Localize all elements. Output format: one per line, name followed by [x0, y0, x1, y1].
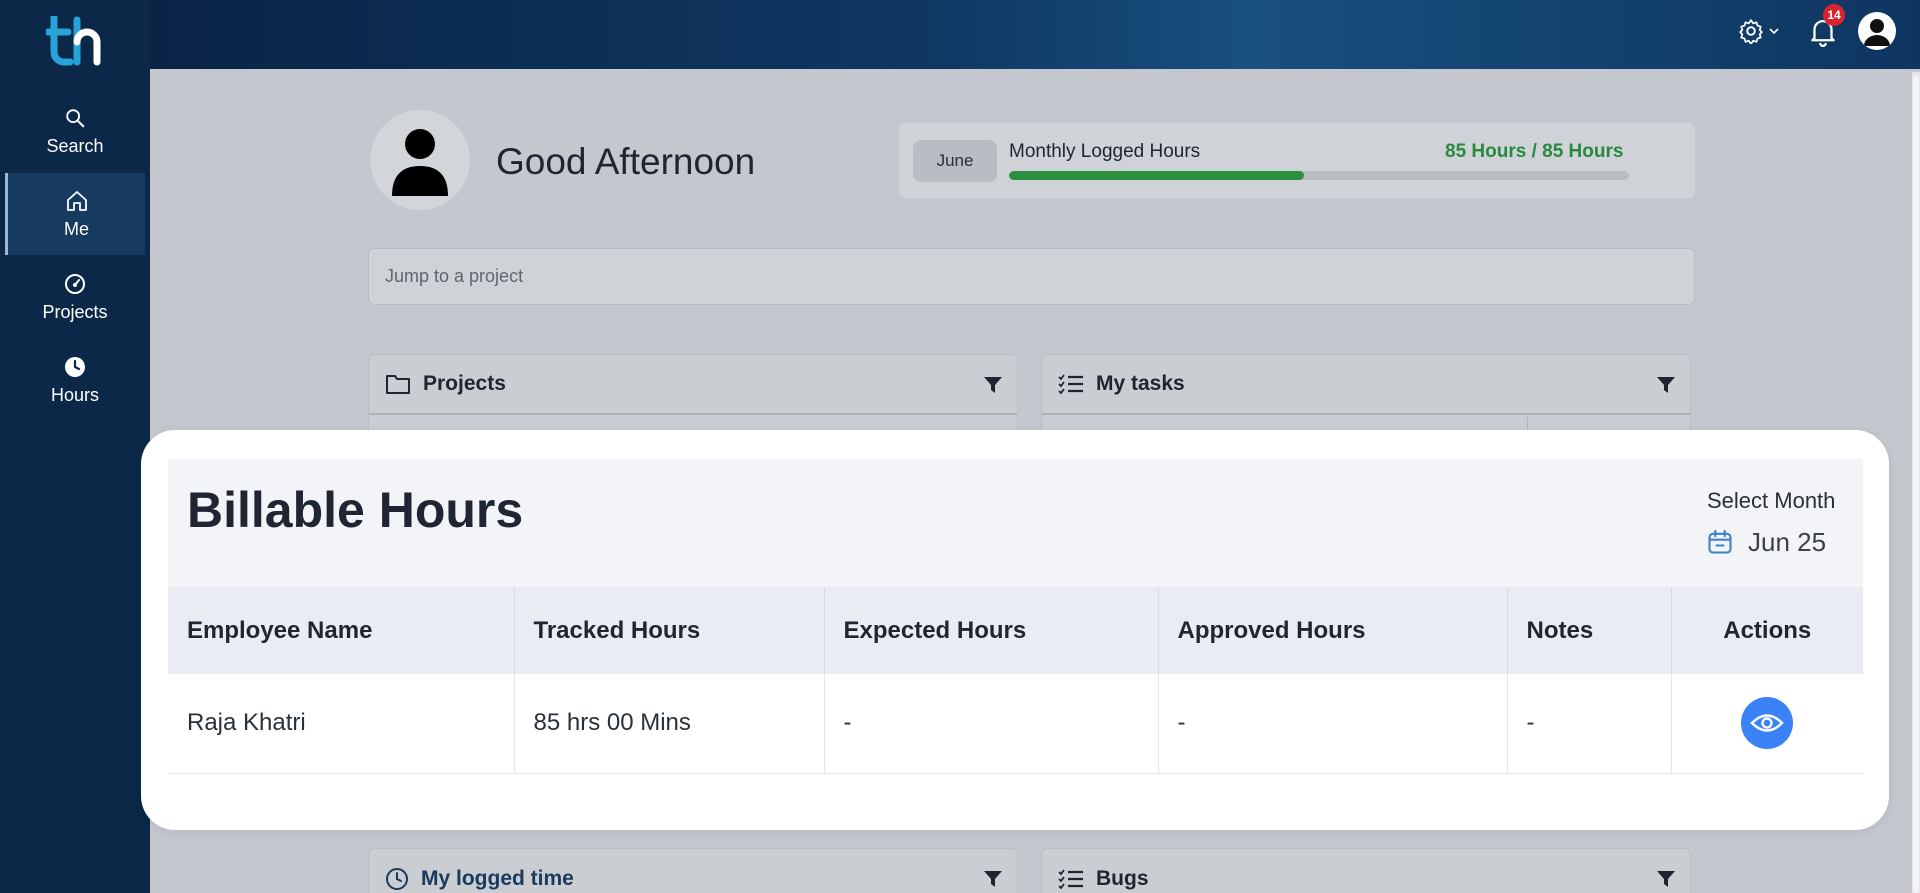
sidebar-item-me[interactable]: Me [5, 173, 145, 255]
jump-to-project-input[interactable] [368, 248, 1695, 305]
eye-icon [1750, 714, 1784, 732]
clock-icon [63, 355, 87, 379]
monthly-hours-value: 85 Hours / 85 Hours [1445, 141, 1624, 162]
selected-month-text: Jun 25 [1748, 526, 1827, 557]
sidebar: Search Me Projects Hours [0, 0, 150, 893]
task-list-icon [1058, 869, 1083, 890]
monthly-hours-progress [1009, 171, 1629, 180]
notification-badge: 14 [1823, 4, 1845, 26]
task-list-icon [1058, 374, 1083, 395]
user-icon [1864, 19, 1890, 46]
scrollbar-thumb[interactable] [1913, 76, 1919, 893]
sidebar-item-label: Hours [50, 384, 99, 405]
clock-icon [386, 868, 408, 890]
sidebar-item-hours[interactable]: Hours [5, 339, 145, 421]
sidebar-item-label: Me [63, 218, 89, 239]
column-header-notes[interactable]: Notes [1507, 587, 1672, 674]
panel-title: My logged time [421, 867, 574, 890]
sidebar-item-search[interactable]: Search [5, 90, 145, 172]
profile-avatar [370, 110, 470, 210]
filter-icon[interactable] [1656, 375, 1676, 395]
filter-icon[interactable] [983, 869, 1003, 889]
panel-title: Projects [423, 372, 506, 395]
panel-header: Bugs [1042, 849, 1690, 893]
user-icon [392, 129, 448, 196]
column-header-actions: Actions [1671, 587, 1863, 674]
gear-icon [1739, 19, 1763, 44]
cell-tracked-hours: 85 hrs 00 Mins [514, 674, 825, 774]
cell-actions [1671, 674, 1863, 774]
filter-icon[interactable] [983, 375, 1003, 395]
sidebar-item-label: Projects [42, 301, 108, 322]
app-logo[interactable] [46, 16, 102, 66]
cell-employee-name: Raja Khatri [168, 674, 515, 774]
filter-icon[interactable] [1656, 869, 1676, 889]
panel-title: My tasks [1096, 372, 1185, 395]
column-header-approved-hours[interactable]: Approved Hours [1158, 587, 1508, 674]
user-avatar[interactable] [1858, 12, 1896, 50]
folder-icon [386, 375, 410, 394]
column-header-tracked-hours[interactable]: Tracked Hours [514, 587, 825, 674]
month-button[interactable]: June [913, 140, 997, 182]
column-header-employee-name[interactable]: Employee Name [168, 587, 515, 674]
month-picker[interactable]: Jun 25 [1706, 525, 1826, 559]
cell-approved-hours: - [1158, 674, 1508, 774]
settings-menu[interactable] [1738, 16, 1784, 46]
sidebar-item-projects[interactable]: Projects [5, 256, 145, 338]
panel-header: My logged time [369, 849, 1017, 893]
progress-fill [1009, 171, 1304, 180]
table-row: Raja Khatri 85 hrs 00 Mins - - - [168, 674, 1863, 774]
cell-notes: - [1507, 674, 1672, 774]
panel-header: Projects [369, 355, 1017, 415]
cell-expected-hours: - [824, 674, 1159, 774]
billable-hours-table: Employee Name Tracked Hours Expected Hou… [168, 587, 1863, 774]
select-month-label: Select Month [1707, 488, 1836, 513]
column-header-expected-hours[interactable]: Expected Hours [824, 587, 1159, 674]
bugs-panel: Bugs [1041, 848, 1691, 893]
view-button[interactable] [1741, 697, 1794, 750]
top-bar [150, 0, 1920, 69]
chevron-down-icon [1769, 28, 1779, 35]
my-logged-time-panel: My logged time [368, 848, 1018, 893]
panel-header: My tasks [1042, 355, 1690, 415]
home-icon [65, 189, 89, 213]
search-icon [63, 106, 87, 130]
table-header-row: Employee Name Tracked Hours Expected Hou… [168, 587, 1863, 674]
panel-title: Bugs [1096, 867, 1149, 890]
greeting-text: Good Afternoon [496, 141, 756, 182]
billable-hours-title: Billable Hours [187, 482, 524, 538]
calendar-icon [1708, 529, 1732, 554]
gauge-icon [63, 272, 87, 296]
sidebar-item-label: Search [46, 135, 104, 156]
monthly-hours-label: Monthly Logged Hours [1009, 141, 1201, 162]
